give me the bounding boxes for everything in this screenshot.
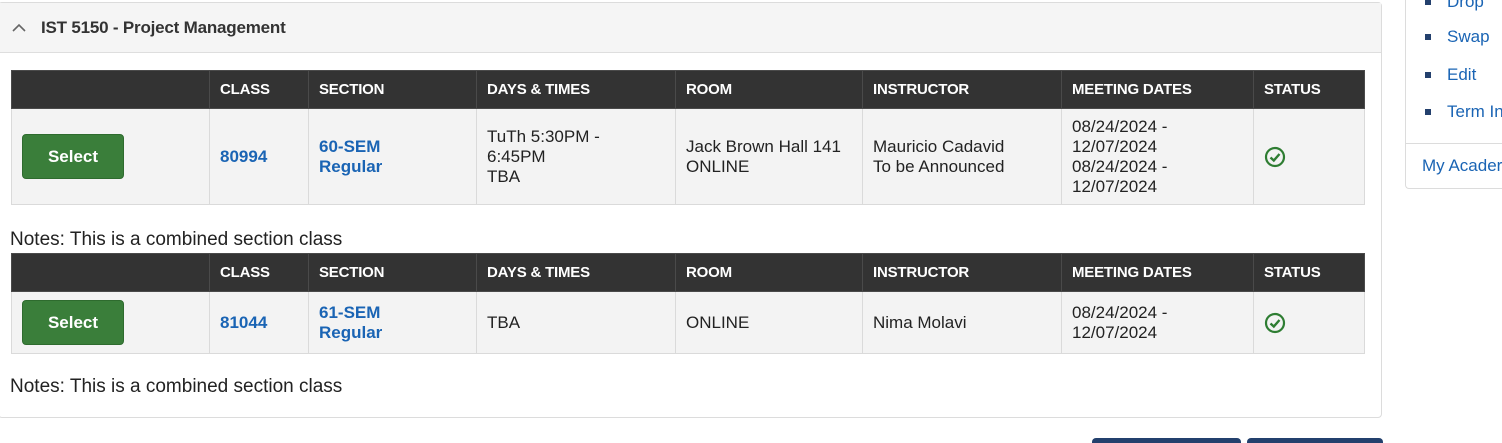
- class-table: CLASS SECTION DAYS & TIMES ROOM INSTRUCT…: [11, 70, 1365, 205]
- days-times-cell: TBA: [476, 291, 676, 354]
- header-status: STATUS: [1253, 253, 1365, 292]
- meeting-dates-text: 12/07/2024: [1072, 136, 1158, 156]
- course-panel: IST 5150 - Project Management: [0, 2, 1382, 418]
- days-times-text: TuTh 5:30PM -: [487, 126, 600, 146]
- class-number-link[interactable]: 81044: [220, 313, 267, 332]
- table-header-row: CLASS SECTION DAYS & TIMES ROOM INSTRUCT…: [11, 253, 1365, 292]
- table-row: Select 80994 60-SEM Regular TuTh 5:30PM …: [11, 108, 1365, 205]
- section-code: 61-SEM: [319, 302, 381, 322]
- days-times-cell: TuTh 5:30PM - 6:45PM TBA: [476, 108, 676, 205]
- bottom-button[interactable]: [1092, 438, 1241, 443]
- meeting-dates-text: 08/24/2024 -: [1072, 302, 1168, 322]
- open-check-icon: [1264, 146, 1286, 168]
- class-notes: Notes: This is a combined section class: [10, 376, 343, 397]
- section-code: 60-SEM: [319, 136, 381, 156]
- meeting-dates-cell: 08/24/2024 - 12/07/2024: [1061, 291, 1254, 354]
- header-section: SECTION: [308, 253, 477, 292]
- select-button[interactable]: Select: [22, 300, 124, 345]
- header-section: SECTION: [308, 70, 477, 109]
- open-check-icon: [1264, 312, 1286, 334]
- header-class: CLASS: [209, 253, 309, 292]
- room-text: ONLINE: [686, 156, 750, 176]
- sidebar-item-swap[interactable]: Swap: [1447, 27, 1490, 47]
- table-row: Select 81044 61-SEM Regular TBA ONLINE N…: [11, 291, 1365, 354]
- header-instructor: INSTRUCTOR: [862, 70, 1062, 109]
- course-header[interactable]: IST 5150 - Project Management: [0, 3, 1381, 53]
- sidebar-item-term-info[interactable]: Term In: [1447, 102, 1502, 122]
- class-table: CLASS SECTION DAYS & TIMES ROOM INSTRUCT…: [11, 253, 1365, 354]
- days-times-text: 6:45PM: [487, 146, 546, 166]
- instructor-text: To be Announced: [873, 156, 1005, 176]
- instructor-text: Nima Molavi: [873, 312, 967, 332]
- bullet-icon: [1425, 109, 1431, 115]
- section-type: Regular: [319, 322, 383, 342]
- room-cell: ONLINE: [675, 291, 863, 354]
- instructor-cell: Mauricio Cadavid To be Announced: [862, 108, 1062, 205]
- meeting-dates-cell: 08/24/2024 - 12/07/2024 08/24/2024 - 12/…: [1061, 108, 1254, 205]
- header-days-times: DAYS & TIMES: [476, 253, 676, 292]
- class-number-link[interactable]: 80994: [220, 147, 267, 166]
- header-select: [11, 253, 210, 292]
- page: IST 5150 - Project Management CLASS SECT…: [0, 0, 1502, 443]
- room-text: ONLINE: [686, 312, 750, 332]
- header-days-times: DAYS & TIMES: [476, 70, 676, 109]
- room-cell: Jack Brown Hall 141 ONLINE: [675, 108, 863, 205]
- meeting-dates-text: 12/07/2024: [1072, 322, 1158, 342]
- my-academics-link[interactable]: My Acader: [1422, 156, 1502, 176]
- meeting-dates-text: 08/24/2024 -: [1072, 156, 1168, 176]
- header-room: ROOM: [675, 70, 863, 109]
- header-status: STATUS: [1253, 70, 1365, 109]
- bullet-icon: [1425, 72, 1431, 78]
- section-link[interactable]: 61-SEM Regular: [319, 303, 382, 342]
- class-notes: Notes: This is a combined section class: [10, 229, 343, 250]
- instructor-text: Mauricio Cadavid: [873, 136, 1005, 156]
- header-select: [11, 70, 210, 109]
- header-meeting-dates: MEETING DATES: [1061, 70, 1254, 109]
- divider: [1405, 143, 1502, 144]
- select-button[interactable]: Select: [22, 134, 124, 179]
- sidebar-item-edit[interactable]: Edit: [1447, 65, 1476, 85]
- instructor-cell: Nima Molavi: [862, 291, 1062, 354]
- meeting-dates-text: 12/07/2024: [1072, 176, 1158, 196]
- course-title: IST 5150 - Project Management: [41, 17, 286, 37]
- meeting-dates-text: 08/24/2024 -: [1072, 116, 1168, 136]
- days-times-text: TBA: [487, 166, 521, 186]
- header-class: CLASS: [209, 70, 309, 109]
- sidebar-item-drop[interactable]: Drop: [1447, 0, 1484, 12]
- room-text: Jack Brown Hall 141: [686, 136, 841, 156]
- chevron-up-icon[interactable]: [9, 18, 29, 38]
- section-link[interactable]: 60-SEM Regular: [319, 137, 382, 176]
- header-instructor: INSTRUCTOR: [862, 253, 1062, 292]
- header-room: ROOM: [675, 253, 863, 292]
- days-times-text: TBA: [487, 312, 521, 332]
- bullet-icon: [1425, 0, 1431, 5]
- bottom-button[interactable]: [1247, 438, 1383, 443]
- header-meeting-dates: MEETING DATES: [1061, 253, 1254, 292]
- section-type: Regular: [319, 156, 383, 176]
- table-header-row: CLASS SECTION DAYS & TIMES ROOM INSTRUCT…: [11, 70, 1365, 109]
- bullet-icon: [1425, 34, 1431, 40]
